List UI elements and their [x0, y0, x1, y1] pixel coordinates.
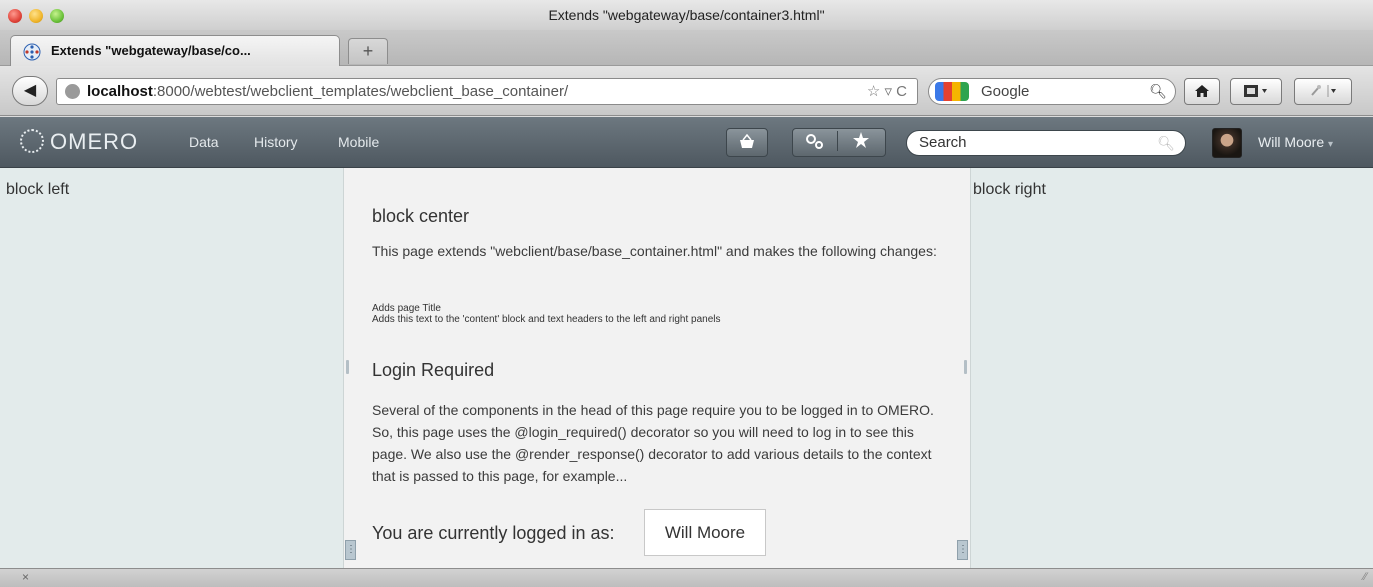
- new-tab-button[interactable]: +: [348, 38, 388, 64]
- user-menu[interactable]: Will Moore ▾: [1258, 134, 1333, 150]
- close-window-button[interactable]: [8, 9, 22, 23]
- right-panel-title: block right: [973, 181, 1046, 198]
- list-item: Adds page Title: [372, 303, 441, 314]
- left-panel-toggle-icon[interactable]: ⋮: [345, 540, 356, 560]
- logged-in-label: You are currently logged in as:: [372, 523, 615, 543]
- omero-search-input[interactable]: Search 🔍︎: [906, 130, 1186, 156]
- status-bar: × ∕∕: [0, 568, 1373, 587]
- url-path: :8000/webtest/webclient_templates/webcli…: [152, 83, 569, 100]
- list-item: Adds this text to the 'content' block an…: [372, 314, 721, 325]
- omero-search-placeholder: Search: [919, 134, 967, 151]
- globe-icon: [65, 84, 80, 99]
- logged-in-user-box: Will Moore: [644, 509, 766, 556]
- right-panel-toggle-icon[interactable]: ⋮: [957, 540, 968, 560]
- window-titlebar: Extends "webgateway/base/container3.html…: [0, 0, 1373, 30]
- basket-icon: [740, 133, 754, 148]
- scripts-button-group[interactable]: [792, 128, 886, 157]
- back-button[interactable]: ◀: [12, 76, 48, 106]
- home-icon: [1195, 85, 1209, 97]
- omero-logo-text: OMERO: [50, 129, 139, 154]
- search-icon[interactable]: 🔍︎: [1157, 131, 1175, 155]
- bookmark-reload-icons[interactable]: ☆ ▿ C: [867, 79, 907, 104]
- basket-button[interactable]: [726, 128, 768, 157]
- left-panel-title: block left: [6, 181, 70, 198]
- user-name: Will Moore: [1258, 134, 1325, 150]
- left-panel: block left: [0, 168, 344, 568]
- gears-icon[interactable]: [804, 132, 826, 150]
- nav-item-history[interactable]: History: [254, 134, 298, 150]
- tab-active[interactable]: Extends "webgateway/base/co...: [10, 35, 340, 66]
- extension-button[interactable]: [1294, 78, 1352, 105]
- browser-toolbar: ◀ localhost:8000/webtest/webclient_templ…: [0, 66, 1373, 116]
- activities-icon[interactable]: [848, 131, 874, 151]
- browser-search-input[interactable]: Google 🔍︎: [928, 78, 1176, 105]
- home-button[interactable]: [1184, 78, 1220, 105]
- center-panel: block center This page extends "webclien…: [344, 168, 970, 568]
- left-splitter-grip-icon[interactable]: [346, 360, 349, 374]
- close-icon[interactable]: ×: [22, 570, 29, 584]
- right-panel: block right: [970, 168, 1373, 568]
- omero-header: OMERO Data History Mobile Search 🔍︎ Will…: [0, 117, 1373, 168]
- right-splitter-grip-icon[interactable]: [964, 360, 967, 374]
- login-heading: Login Required: [372, 360, 495, 380]
- minimize-window-button[interactable]: [29, 9, 43, 23]
- avatar[interactable]: [1212, 128, 1242, 158]
- nav-item-data[interactable]: Data: [189, 134, 219, 150]
- extension-icon: [1311, 85, 1336, 97]
- tab-bar: Extends "webgateway/base/co... +: [0, 30, 1373, 66]
- omero-logo-icon: [20, 129, 44, 153]
- resize-grip-icon[interactable]: ∕∕: [1363, 571, 1367, 583]
- omero-favicon-icon: [23, 43, 41, 61]
- omero-logo[interactable]: OMERO: [20, 129, 138, 155]
- content-area: block left block center This page extend…: [0, 168, 1373, 568]
- bookmarks-icon: [1244, 85, 1267, 97]
- search-engine-label: Google: [981, 83, 1030, 100]
- url-host: localhost: [87, 83, 153, 100]
- nav-item-mobile[interactable]: Mobile: [338, 134, 379, 150]
- search-icon[interactable]: 🔍︎: [1149, 79, 1167, 104]
- url-field[interactable]: localhost:8000/webtest/webclient_templat…: [56, 78, 918, 105]
- center-heading: block center: [372, 206, 470, 226]
- changes-list: Adds page Title Adds this text to the 'c…: [372, 303, 720, 325]
- tab-label: Extends "webgateway/base/co...: [51, 43, 251, 58]
- google-icon[interactable]: [935, 82, 969, 101]
- intro-paragraph: This page extends "webclient/base/base_c…: [372, 243, 937, 259]
- login-paragraph: Several of the components in the head of…: [372, 402, 934, 484]
- chevron-down-icon: ▾: [1328, 139, 1334, 150]
- bookmarks-button[interactable]: [1230, 78, 1282, 105]
- zoom-window-button[interactable]: [50, 9, 64, 23]
- window-title: Extends "webgateway/base/container3.html…: [548, 7, 825, 23]
